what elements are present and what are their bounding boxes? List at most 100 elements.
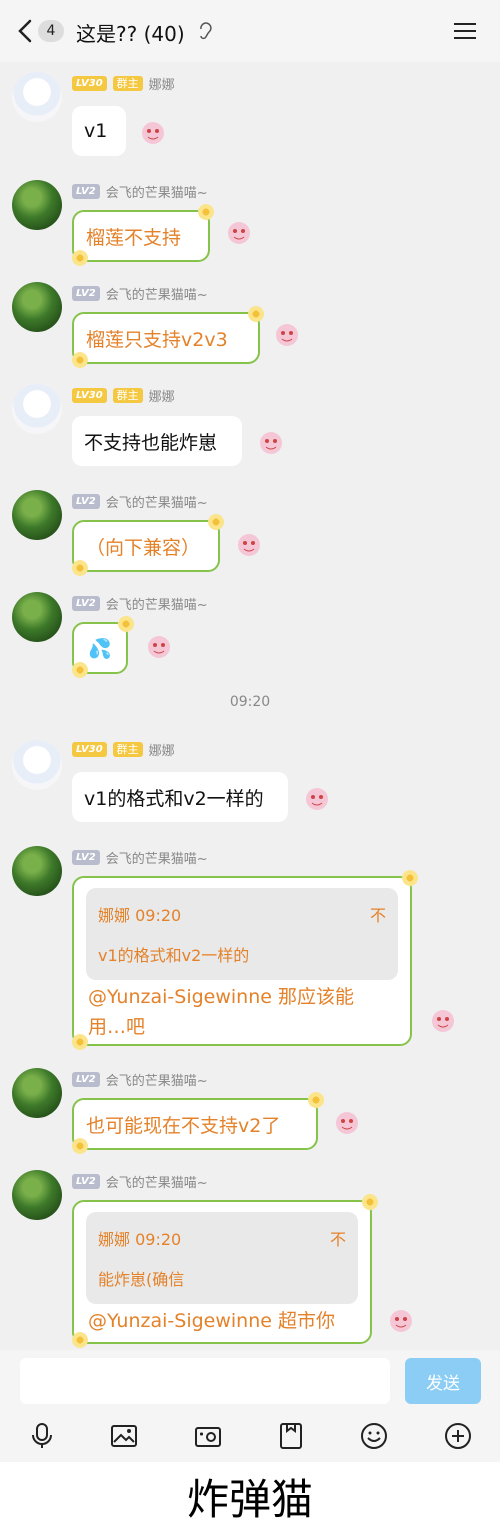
menu-icon[interactable] bbox=[454, 22, 476, 40]
flower-decoration bbox=[208, 514, 224, 530]
message-meta: LV2 会飞的芒果猫喵~ bbox=[72, 1172, 208, 1191]
plus-icon[interactable] bbox=[442, 1420, 474, 1452]
reply-line: @Yunzai-Sigewinne 超市你 bbox=[88, 1310, 335, 1332]
sticker-icon bbox=[428, 1006, 458, 1036]
sender-name: 会飞的芒果猫喵~ bbox=[105, 1073, 208, 1089]
reply-bubble[interactable]: 娜娜 09:20 不 能炸崽(确信 @Yunzai-Sigewinne 超市你 bbox=[72, 1200, 372, 1344]
image-caption: 炸弹猫 bbox=[0, 1462, 500, 1537]
level-badge: LV2 bbox=[72, 1173, 100, 1189]
flower-decoration bbox=[308, 1092, 324, 1108]
message-item: LV2 会飞的芒果猫喵~ 榴莲不支持 bbox=[0, 170, 500, 270]
message-bubble[interactable]: 榴莲不支持 bbox=[72, 210, 210, 262]
mic-icon[interactable] bbox=[26, 1420, 58, 1452]
owner-badge: 群主 bbox=[112, 75, 143, 91]
quote-text: v1的格式和v2一样的 bbox=[98, 946, 250, 965]
sender-name: 会飞的芒果猫喵~ bbox=[105, 851, 208, 867]
reply-line: @Yunzai-Sigewinne 那应该能 bbox=[88, 986, 354, 1008]
quote-text: 能炸崽(确信 bbox=[98, 1270, 185, 1289]
chat-messages[interactable]: LV30 群主 娜娜 v1 LV2 会飞的芒果猫喵~ 榴莲不支持 LV2 会飞的… bbox=[0, 62, 500, 1350]
message-item: LV2 会飞的芒果猫喵~ 榴莲只支持v2v3 bbox=[0, 272, 500, 372]
sticker-icon bbox=[386, 1306, 416, 1336]
sticker-icon bbox=[234, 530, 264, 560]
message-input-bar: 发送 bbox=[0, 1350, 500, 1412]
chat-title[interactable]: 这是?? (40) bbox=[76, 18, 185, 47]
flower-decoration bbox=[72, 1332, 88, 1348]
sender-name: 娜娜 bbox=[148, 389, 175, 405]
flower-decoration bbox=[72, 1138, 88, 1154]
flower-decoration bbox=[118, 616, 134, 632]
avatar-mango[interactable] bbox=[12, 592, 62, 642]
flower-decoration bbox=[72, 352, 88, 368]
sender-name: 会飞的芒果猫喵~ bbox=[105, 185, 208, 201]
back-arrow-icon[interactable] bbox=[16, 19, 36, 43]
avatar-mango[interactable] bbox=[12, 180, 62, 230]
avatar-mango[interactable] bbox=[12, 282, 62, 332]
avatar-nana[interactable] bbox=[12, 72, 62, 122]
sticker-icon bbox=[272, 320, 302, 350]
message-item: LV2 会飞的芒果猫喵~ 娜娜 09:20 不 v1的格式和v2一样的 @Yunz… bbox=[0, 836, 500, 1050]
reply-line: 用…吧 bbox=[88, 1016, 146, 1038]
unread-count-badge[interactable]: 4 bbox=[38, 20, 64, 42]
avatar-nana[interactable] bbox=[12, 384, 62, 434]
owner-badge: 群主 bbox=[112, 387, 143, 403]
level-badge: LV30 bbox=[72, 75, 107, 91]
reply-bubble[interactable]: 娜娜 09:20 不 v1的格式和v2一样的 @Yunzai-Sigewinne … bbox=[72, 876, 412, 1046]
flower-decoration bbox=[402, 870, 418, 886]
flower-decoration bbox=[72, 1034, 88, 1050]
level-badge: LV2 bbox=[72, 493, 100, 509]
message-meta: LV2 会飞的芒果猫喵~ bbox=[72, 594, 208, 613]
level-badge: LV2 bbox=[72, 849, 100, 865]
quoted-message[interactable]: 娜娜 09:20 不 v1的格式和v2一样的 bbox=[86, 888, 398, 980]
avatar-mango[interactable] bbox=[12, 1170, 62, 1220]
sender-name: 会飞的芒果猫喵~ bbox=[105, 287, 208, 303]
level-badge: LV2 bbox=[72, 595, 100, 611]
message-item: LV2 会飞的芒果猫喵~ 💦 bbox=[0, 582, 500, 682]
message-item: LV2 会飞的芒果猫喵~ （向下兼容） bbox=[0, 480, 500, 580]
message-meta: LV30 群主 娜娜 bbox=[72, 386, 175, 405]
level-badge: LV2 bbox=[72, 183, 100, 199]
emoji-icon[interactable] bbox=[358, 1420, 390, 1452]
sticker-icon bbox=[144, 632, 174, 662]
camera-icon[interactable] bbox=[192, 1420, 224, 1452]
message-bubble[interactable]: 榴莲只支持v2v3 bbox=[72, 312, 260, 364]
message-bubble[interactable]: v1的格式和v2一样的 bbox=[72, 772, 288, 822]
message-item: LV2 会飞的芒果猫喵~ 也可能现在不支持v2了 bbox=[0, 1058, 500, 1158]
message-bubble[interactable]: 不支持也能炸崽 bbox=[72, 416, 242, 466]
message-meta: LV2 会飞的芒果猫喵~ bbox=[72, 848, 208, 867]
avatar-mango[interactable] bbox=[12, 490, 62, 540]
quoted-message[interactable]: 娜娜 09:20 不 能炸崽(确信 bbox=[86, 1212, 358, 1304]
sender-name: 会飞的芒果猫喵~ bbox=[105, 1175, 208, 1191]
avatar-nana[interactable] bbox=[12, 740, 62, 790]
level-badge: LV30 bbox=[72, 387, 107, 403]
owner-badge: 群主 bbox=[112, 741, 143, 757]
message-meta: LV2 会飞的芒果猫喵~ bbox=[72, 1070, 208, 1089]
flower-decoration bbox=[72, 662, 88, 678]
avatar-mango[interactable] bbox=[12, 846, 62, 896]
message-meta: LV2 会飞的芒果猫喵~ bbox=[72, 492, 208, 511]
message-input[interactable] bbox=[20, 1358, 390, 1404]
message-meta: LV30 群主 娜娜 bbox=[72, 740, 175, 759]
avatar-mango[interactable] bbox=[12, 1068, 62, 1118]
flower-decoration bbox=[72, 560, 88, 576]
level-badge: LV30 bbox=[72, 741, 107, 757]
image-icon[interactable] bbox=[108, 1420, 140, 1452]
sticker-icon bbox=[138, 118, 168, 148]
sticker-icon bbox=[256, 428, 286, 458]
message-item: LV30 群主 娜娜 v1的格式和v2一样的 bbox=[0, 730, 500, 830]
flower-decoration bbox=[198, 204, 214, 220]
message-item: LV30 群主 娜娜 v1 bbox=[0, 62, 500, 162]
sticker-icon bbox=[224, 218, 254, 248]
file-icon[interactable] bbox=[275, 1420, 307, 1452]
level-badge: LV2 bbox=[72, 285, 100, 301]
message-meta: LV30 群主 娜娜 bbox=[72, 74, 175, 93]
sticker-icon bbox=[302, 784, 332, 814]
message-bubble[interactable]: 也可能现在不支持v2了 bbox=[72, 1098, 318, 1150]
quote-mark: 不 bbox=[329, 1230, 346, 1249]
send-button[interactable]: 发送 bbox=[405, 1358, 481, 1404]
flower-decoration bbox=[362, 1194, 378, 1210]
sender-name: 会飞的芒果猫喵~ bbox=[105, 597, 208, 613]
chat-header: 4 这是?? (40) bbox=[0, 0, 500, 62]
message-bubble[interactable]: v1 bbox=[72, 106, 126, 156]
message-bubble[interactable]: （向下兼容） bbox=[72, 520, 220, 572]
quote-mark: 不 bbox=[369, 906, 386, 925]
